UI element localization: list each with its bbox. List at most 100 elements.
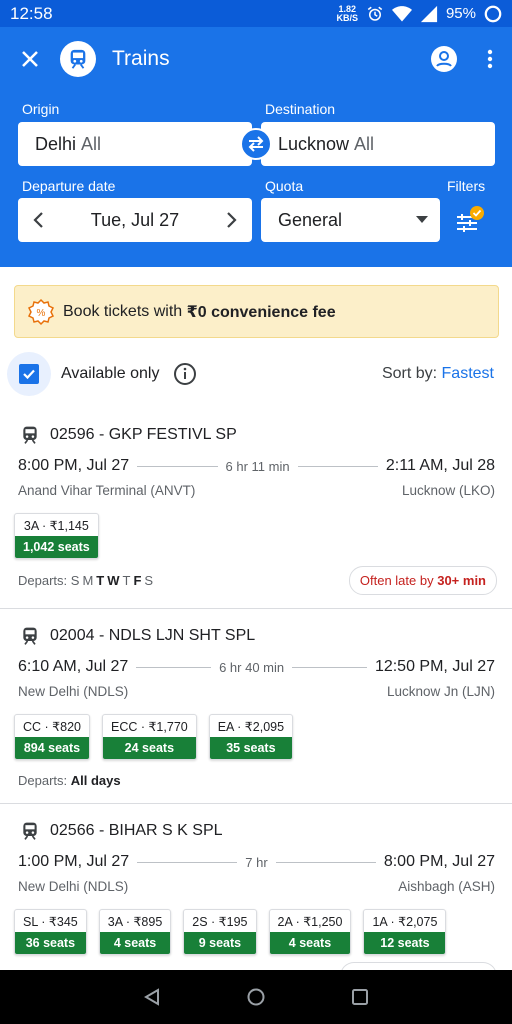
date-value: Tue, Jul 27 (90, 209, 180, 230)
train-card[interactable]: 02566 - BIHAR S K SPL 1:00 PM, Jul 27 7 … (0, 803, 512, 982)
origin-field[interactable]: Delhi All (18, 122, 252, 166)
class-availability[interactable]: 2S · ₹195 9 seats (183, 909, 257, 955)
train-name: 02566 - BIHAR S K SPL (50, 822, 223, 839)
stations-row: Anand Vihar Terminal (ANVT) Lucknow (LKO… (18, 483, 495, 498)
from-station: New Delhi (NDLS) (18, 879, 129, 894)
close-button[interactable] (0, 27, 60, 91)
train-card[interactable]: 02596 - GKP FESTIVL SP 8:00 PM, Jul 27 6… (0, 408, 512, 608)
class-availability[interactable]: SL · ₹345 36 seats (14, 909, 87, 955)
more-vert-icon (487, 49, 493, 69)
train-icon (23, 627, 37, 645)
sort-control[interactable]: Sort by: Fastest (382, 365, 494, 383)
class-fare: 2S · ₹195 (192, 915, 248, 929)
signal-icon (420, 5, 438, 22)
sort-value: Fastest (441, 365, 494, 382)
destination-label: Destination (265, 101, 336, 117)
account-button[interactable] (420, 45, 468, 73)
late-text: Often late by (359, 573, 438, 588)
svg-text:%: % (37, 308, 46, 319)
date-field[interactable]: Tue, Jul 27 (18, 198, 252, 242)
train-name: 02596 - GKP FESTIVL SP (50, 426, 237, 443)
class-availability[interactable]: CC · ₹820 894 seats (14, 714, 90, 760)
class-fare: EA · ₹2,095 (217, 720, 285, 734)
stations-row: New Delhi (NDLS) Lucknow Jn (LJN) (18, 684, 495, 699)
quota-label: Quota (265, 178, 304, 194)
to-station: Aishbagh (ASH) (398, 879, 495, 894)
to-station: Lucknow Jn (LJN) (386, 684, 495, 699)
train-title: 02596 - GKP FESTIVL SP (20, 425, 237, 445)
sort-label: Sort by: (381, 365, 438, 382)
network-speed-unit: KB/S (336, 12, 358, 23)
swap-icon (248, 136, 264, 152)
day-fri: F (133, 573, 142, 588)
timing-row: 1:00 PM, Jul 27 7 hr 8:00 PM, Jul 27 (18, 853, 495, 871)
quota-select[interactable]: General (261, 198, 440, 242)
day-thu: T (122, 573, 131, 588)
class-availability[interactable]: 3A · ₹1,145 1,042 seats (14, 513, 99, 559)
dropdown-arrow-icon (416, 216, 428, 223)
duration: 7 hr (245, 854, 268, 870)
banner-text: Book tickets with (63, 302, 187, 320)
departure-time: 8:00 PM, Jul 27 (18, 457, 130, 474)
day-mon: M (82, 573, 94, 588)
class-fare: 1A · ₹2,075 (372, 915, 438, 929)
class-availability[interactable]: 2A · ₹1,250 4 seats (268, 909, 352, 955)
train-title: 02004 - NDLS LJN SHT SPL (20, 626, 255, 646)
class-availability[interactable]: ECC · ₹1,770 24 seats (101, 714, 197, 760)
more-options-button[interactable] (468, 49, 512, 69)
stations-row: New Delhi (NDLS) Aishbagh (ASH) (18, 879, 495, 894)
timing-row: 8:00 PM, Jul 27 6 hr 11 min 2:11 AM, Jul… (18, 457, 495, 475)
chevron-left-icon[interactable] (32, 211, 44, 229)
class-fare: CC · ₹820 (23, 720, 81, 734)
available-only-label[interactable]: Available only (61, 365, 159, 383)
seats-available: 12 seats (364, 932, 446, 954)
train-icon (70, 49, 86, 69)
train-card[interactable]: 02004 - NDLS LJN SHT SPL 6:10 AM, Jul 27… (0, 608, 512, 803)
departs-label: Departs: (18, 773, 68, 788)
class-availability[interactable]: 3A · ₹895 4 seats (98, 909, 172, 955)
banner-highlight: ₹0 convenience fee (186, 303, 336, 321)
chevron-right-icon[interactable] (226, 211, 238, 229)
departs-days: Departs: SMTWTFS (18, 573, 156, 588)
destination-field[interactable]: Lucknow All (261, 122, 495, 166)
seats-available: 4 seats (99, 932, 171, 954)
back-icon[interactable] (143, 988, 161, 1006)
seats-available: 9 seats (184, 932, 256, 954)
class-availability[interactable]: 1A · ₹2,075 12 seats (363, 909, 447, 955)
origin-label: Origin (22, 101, 60, 117)
duration-line (137, 465, 218, 467)
train-name: 02004 - NDLS LJN SHT SPL (50, 627, 256, 644)
from-station: Anand Vihar Terminal (ANVT) (18, 483, 196, 498)
wifi-icon (391, 5, 412, 21)
class-fare: ECC · ₹1,770 (110, 720, 188, 734)
class-list: CC · ₹820 894 seats ECC · ₹1,770 24 seat… (14, 714, 294, 760)
duration-line (275, 861, 376, 863)
to-station: Lucknow (LKO) (401, 483, 495, 498)
duration: 6 hr 40 min (219, 659, 285, 675)
late-value: 30+ min (437, 573, 486, 588)
origin-value: Delhi (35, 133, 77, 154)
train-logo (60, 41, 96, 77)
departs-days: Departs: All days (18, 773, 121, 788)
destination-suffix: All (354, 133, 375, 154)
recents-icon[interactable] (351, 988, 369, 1006)
filters-button[interactable] (454, 203, 488, 237)
seats-available: 24 seats (102, 737, 196, 759)
home-icon[interactable] (247, 988, 265, 1006)
info-icon[interactable] (173, 362, 197, 386)
battery-percent: 95% (445, 5, 476, 22)
seats-available: 36 seats (15, 932, 86, 954)
class-fare: 3A · ₹895 (107, 915, 163, 929)
swap-button[interactable] (240, 128, 272, 160)
seats-available: 1,042 seats (15, 536, 98, 558)
battery-icon (484, 5, 502, 22)
system-nav-bar (0, 970, 512, 1024)
arrival-time: 2:11 AM, Jul 28 (385, 457, 496, 474)
checkbox-checked-icon (19, 364, 39, 384)
status-time: 12:58 (10, 3, 53, 23)
alarm-icon (367, 6, 383, 21)
duration-line (136, 666, 212, 668)
available-only-checkbox[interactable] (7, 352, 51, 396)
origin-suffix: All (81, 133, 102, 154)
class-availability[interactable]: EA · ₹2,095 35 seats (208, 714, 294, 760)
